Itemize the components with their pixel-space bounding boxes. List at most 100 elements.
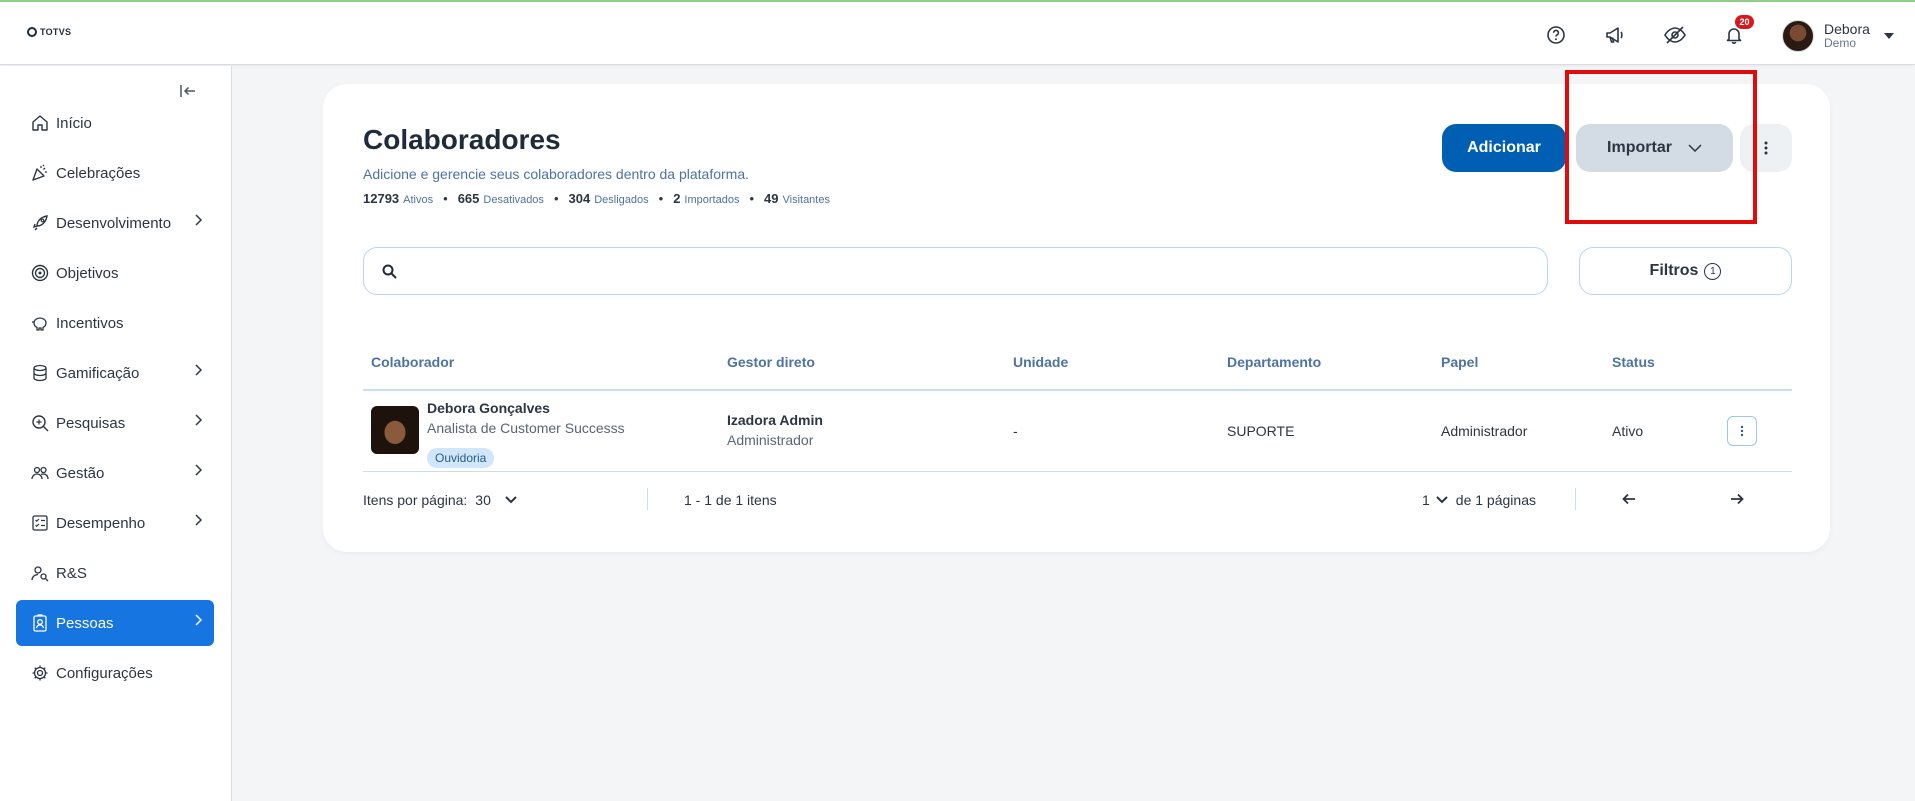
user-role: Demo — [1824, 36, 1857, 50]
chevron-down-icon — [505, 496, 517, 504]
totvs-logo[interactable]: TOTVS — [27, 27, 71, 37]
notifications-badge: 20 — [1735, 15, 1754, 29]
chevron-down-icon — [1688, 144, 1702, 152]
per-page-select[interactable]: 30 — [475, 492, 517, 508]
logo-mark-icon — [27, 27, 37, 37]
column-header-status[interactable]: Status — [1612, 354, 1655, 370]
page-subtitle: Adicione e gerencie seus colaboradores d… — [363, 166, 750, 182]
filters-button[interactable]: Filtros 1 — [1579, 247, 1792, 295]
stat-desativados-label: Desativados — [483, 194, 544, 206]
sidebar-item-desenvolvimento[interactable]: Desenvolvimento — [16, 200, 214, 246]
rocket-icon — [30, 213, 50, 233]
stat-desligados-value: 304 — [568, 191, 591, 206]
sidebar-item-label: Celebrações — [56, 164, 141, 182]
top-bar: TOTVS 20 Debora Demo — [0, 2, 1915, 65]
sidebar-item-objetivos[interactable]: Objetivos — [16, 250, 214, 296]
sidebar-item-label: Pessoas — [56, 614, 114, 632]
stat-visitantes-value: 49 — [764, 191, 779, 206]
stat-desativados-value: 665 — [457, 191, 480, 206]
colaboradores-card: Colaboradores Adicione e gerencie seus c… — [323, 84, 1830, 552]
checklist-icon — [30, 513, 50, 533]
column-header-unidade[interactable]: Unidade — [1013, 354, 1068, 370]
user-avatar — [1782, 20, 1814, 52]
sidebar-item-rs[interactable]: R&S — [16, 550, 214, 596]
status-value: Ativo — [1612, 423, 1644, 439]
kebab-menu-icon — [1764, 141, 1768, 155]
sidebar-item-label: Incentivos — [56, 314, 124, 332]
total-pages: de 1 páginas — [1455, 492, 1536, 508]
eye-off-icon[interactable] — [1662, 22, 1688, 48]
sidebar-item-label: Desempenho — [56, 514, 146, 532]
sidebar-item-pesquisas[interactable]: Pesquisas — [16, 400, 214, 446]
caret-down-icon — [1883, 33, 1894, 39]
search-box[interactable] — [363, 247, 1548, 295]
previous-page-icon[interactable] — [1622, 492, 1636, 510]
collaborator-photo — [371, 406, 419, 454]
stat-visitantes-label: Visitantes — [782, 194, 830, 206]
column-header-departamento[interactable]: Departamento — [1227, 354, 1321, 370]
chevron-down-icon — [1436, 496, 1448, 504]
collaborator-title: Analista de Customer Successs — [427, 420, 625, 436]
add-button[interactable]: Adicionar — [1442, 124, 1566, 172]
stat-importados-label: Importados — [684, 194, 740, 206]
sidebar-item-label: Desenvolvimento — [56, 214, 172, 232]
sidebar-item-pessoas[interactable]: Pessoas — [16, 600, 214, 646]
sidebar-item-label: Início — [56, 114, 92, 132]
people-icon — [30, 463, 50, 483]
column-header-colaborador[interactable]: Colaborador — [371, 354, 454, 370]
sidebar-item-label: R&S — [56, 564, 87, 582]
sidebar-item-label: Pesquisas — [56, 414, 126, 432]
stat-ativos-value: 12793 — [363, 191, 400, 206]
logo-text: TOTVS — [40, 27, 72, 37]
stat-importados-value: 2 — [673, 191, 681, 206]
table-row-divider — [363, 471, 1792, 472]
sidebar-item-gamificacao[interactable]: Gamificação — [16, 350, 214, 396]
column-header-gestor[interactable]: Gestor direto — [727, 354, 815, 370]
help-circle-icon[interactable] — [1543, 22, 1569, 48]
user-search-icon — [30, 563, 50, 583]
import-button[interactable]: Importar — [1576, 124, 1733, 172]
items-range: 1 - 1 de 1 itens — [684, 492, 777, 508]
gear-icon — [30, 663, 50, 683]
collaborator-name[interactable]: Debora Gonçalves — [427, 400, 550, 416]
chevron-right-icon — [195, 614, 202, 626]
home-icon — [30, 113, 50, 133]
user-name: Debora — [1824, 21, 1870, 37]
sidebar-item-gestao[interactable]: Gestão — [16, 450, 214, 496]
sidebar-item-inicio[interactable]: Início — [16, 100, 214, 146]
sidebar: Início Celebrações Desenvolvimento Objet… — [0, 66, 232, 801]
megaphone-icon[interactable] — [1602, 22, 1628, 48]
sidebar-item-desempenho[interactable]: Desempenho — [16, 500, 214, 546]
sidebar-item-incentivos[interactable]: Incentivos — [16, 300, 214, 346]
import-button-label: Importar — [1607, 139, 1672, 156]
page-title: Colaboradores — [363, 124, 561, 155]
badge-icon — [30, 613, 50, 633]
stat-ativos-label: Ativos — [403, 194, 434, 206]
sidebar-item-celebracoes[interactable]: Celebrações — [16, 150, 214, 196]
sidebar-item-configuracoes[interactable]: Configurações — [16, 650, 214, 696]
next-page-icon[interactable] — [1730, 492, 1744, 510]
unit-value: - — [1013, 423, 1018, 439]
page-select[interactable]: 1 — [1422, 492, 1448, 508]
collaborator-tag: Ouvidoria — [427, 448, 495, 468]
search-doc-icon — [30, 413, 50, 433]
table-header-divider — [363, 389, 1792, 391]
pagination-divider — [1575, 488, 1576, 510]
user-menu[interactable]: Debora Demo — [1782, 20, 1894, 52]
filters-count-badge: 1 — [1704, 262, 1722, 280]
manager-role: Administrador — [727, 432, 814, 448]
kebab-menu-icon — [1740, 425, 1744, 437]
more-options-button[interactable] — [1740, 124, 1792, 172]
role-value: Administrador — [1441, 423, 1528, 439]
page-selector: 1 de 1 páginas — [1422, 492, 1536, 508]
per-page-control: Itens por página: 30 — [363, 492, 517, 508]
search-input[interactable] — [413, 263, 1513, 279]
column-header-papel[interactable]: Papel — [1441, 354, 1478, 370]
current-page: 1 — [1422, 492, 1430, 508]
pagination-divider — [647, 488, 648, 510]
search-icon — [382, 264, 397, 279]
filters-label: Filtros — [1649, 262, 1699, 279]
chevron-right-icon — [195, 364, 202, 376]
chevron-right-icon — [195, 464, 202, 476]
row-actions-button[interactable] — [1727, 416, 1757, 446]
